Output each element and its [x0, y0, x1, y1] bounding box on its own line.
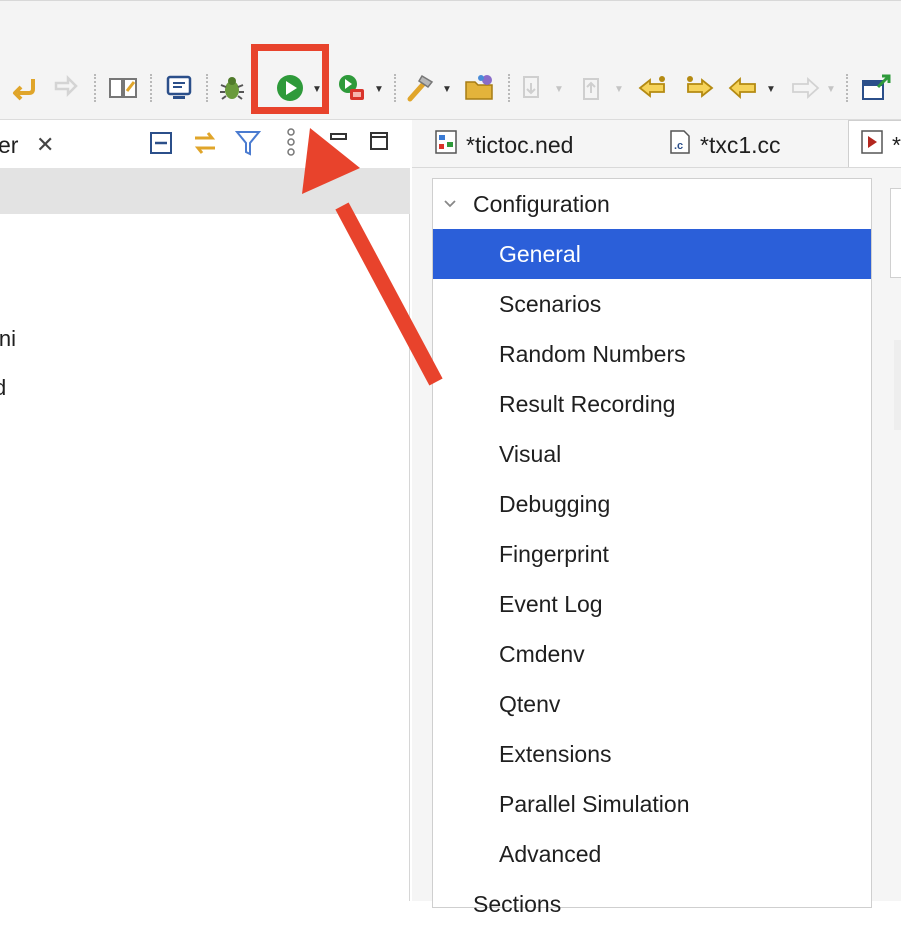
forward-arrow-icon	[48, 70, 82, 106]
config-tree-header[interactable]: Configuration	[433, 179, 610, 229]
config-tree-item-fingerprint[interactable]: Fingerprint	[433, 529, 871, 579]
folder-icon[interactable]	[460, 70, 500, 106]
config-tree-item-cmdenv[interactable]: Cmdenv	[433, 629, 871, 679]
ini-file-icon	[860, 129, 884, 161]
coverage-icon[interactable]	[334, 70, 370, 106]
bug-icon[interactable]	[214, 70, 250, 106]
nav-forward-dropdown-icon: ▼	[826, 84, 836, 95]
toolbar-separator	[150, 74, 154, 102]
tree-item[interactable]: ini	[0, 326, 16, 352]
cpp-file-icon: .c	[668, 129, 692, 161]
config-tree-item-advanced[interactable]: Advanced	[433, 829, 871, 879]
editor-tab-label: *	[892, 131, 901, 158]
config-tree-item-visual[interactable]: Visual	[433, 429, 871, 479]
editor-tab-separator	[412, 167, 901, 168]
next-annotation-icon[interactable]	[680, 70, 718, 106]
config-tree-item-general[interactable]: General	[433, 229, 871, 279]
form-area-edge	[894, 340, 901, 430]
run-button-highlight	[251, 44, 329, 114]
nav-forward-icon	[786, 70, 824, 106]
toolbar-separator	[846, 74, 850, 102]
config-tree-item-random-numbers[interactable]: Random Numbers	[433, 329, 871, 379]
editor-tab-txc1-cc[interactable]: .c *txc1.cc	[668, 124, 781, 166]
monitor-icon[interactable]	[160, 70, 198, 106]
book-icon[interactable]	[104, 70, 142, 106]
toolbar-separator	[94, 74, 98, 102]
config-tree-item-extensions[interactable]: Extensions	[433, 729, 871, 779]
filter-icon[interactable]	[234, 128, 262, 163]
config-tree-item-parallel-simulation[interactable]: Parallel Simulation	[433, 779, 871, 829]
project-explorer-tab-label[interactable]: er	[0, 128, 18, 162]
close-icon[interactable]: ✕	[36, 128, 54, 162]
toolbar-separator	[394, 74, 398, 102]
open-perspective-icon[interactable]	[856, 70, 896, 106]
svg-text:.c: .c	[674, 140, 683, 152]
back-arrow-icon[interactable]	[6, 70, 42, 106]
prev-annotation-icon[interactable]	[634, 70, 672, 106]
editor-tab-label: *txc1.cc	[700, 131, 781, 158]
download-dropdown-icon: ▼	[554, 84, 564, 95]
window-top-bar	[0, 0, 901, 58]
tree-item[interactable]: d	[0, 375, 6, 401]
config-tree-item-event-log[interactable]: Event Log	[433, 579, 871, 629]
annotation-arrow	[296, 128, 456, 395]
upload-dropdown-icon: ▼	[614, 84, 624, 95]
config-tree-item-scenarios[interactable]: Scenarios	[433, 279, 871, 329]
hammer-dropdown-icon[interactable]: ▼	[442, 84, 452, 95]
config-tree-item-qtenv[interactable]: Qtenv	[433, 679, 871, 729]
editor-tab-label: *tictoc.ned	[466, 131, 574, 158]
collapse-all-icon[interactable]	[148, 130, 176, 163]
download-icon	[516, 70, 550, 106]
form-area-edge	[890, 188, 901, 278]
config-tree-item-result-recording[interactable]: Result Recording	[433, 379, 871, 429]
coverage-dropdown-icon[interactable]: ▼	[374, 84, 384, 95]
upload-icon	[576, 70, 610, 106]
nav-back-icon[interactable]	[724, 70, 762, 106]
nav-back-dropdown-icon[interactable]: ▼	[766, 84, 776, 95]
config-tree-item-debugging[interactable]: Debugging	[433, 479, 871, 529]
link-with-editor-icon[interactable]	[190, 128, 220, 163]
toolbar-separator	[508, 74, 512, 102]
hammer-icon[interactable]	[402, 70, 438, 106]
editor-tab-ini[interactable]: *	[860, 124, 901, 166]
sections-tree-header[interactable]: Sections	[433, 879, 561, 929]
toolbar-separator	[206, 74, 210, 102]
config-tree-header-label: Configuration	[473, 191, 610, 217]
